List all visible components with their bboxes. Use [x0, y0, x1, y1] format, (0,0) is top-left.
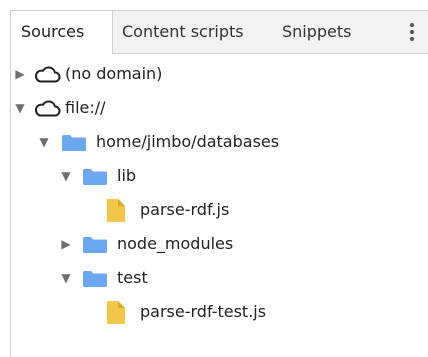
- ellipsis-dot: [410, 37, 414, 41]
- tree-item-parse-rdf-test-js[interactable]: parse-rdf-test.js: [11, 295, 428, 329]
- tree-item-parse-rdf-js[interactable]: parse-rdf.js: [11, 193, 428, 227]
- tree-item-label: file://: [65, 98, 106, 117]
- tree-item-label: parse-rdf.js: [140, 200, 230, 219]
- collapsed-arrow-icon[interactable]: ▶: [14, 57, 26, 91]
- more-options-button[interactable]: [401, 11, 423, 53]
- folder-icon: [83, 271, 107, 287]
- vertical-ellipsis-icon: [410, 23, 414, 27]
- tree-item-label: lib: [117, 166, 137, 185]
- tree-item-file-domain[interactable]: ▼ file://: [11, 91, 428, 125]
- tree-item-label: test: [117, 268, 148, 287]
- expanded-arrow-icon[interactable]: ▼: [60, 159, 72, 193]
- tree-item-node-modules[interactable]: ▶ node_modules: [11, 227, 428, 261]
- tree-item-test[interactable]: ▼ test: [11, 261, 428, 295]
- ellipsis-dot: [410, 30, 414, 34]
- collapsed-arrow-icon[interactable]: ▶: [60, 227, 72, 261]
- cloud-icon: [34, 100, 61, 117]
- expanded-arrow-icon[interactable]: ▼: [38, 125, 50, 159]
- tab-snippets[interactable]: Snippets: [282, 11, 352, 53]
- navigator-tabbar: Sources Content scripts Snippets: [11, 11, 428, 54]
- tree-item-label: home/jimbo/databases: [96, 132, 280, 151]
- folder-icon: [83, 237, 107, 253]
- cloud-icon: [34, 66, 61, 83]
- expanded-arrow-icon[interactable]: ▼: [14, 91, 26, 125]
- tree-item-no-domain[interactable]: ▶ (no domain): [11, 57, 428, 91]
- js-file-icon: [107, 199, 125, 222]
- folder-icon: [62, 135, 86, 151]
- js-file-icon: [107, 301, 125, 324]
- tree-item-label: (no domain): [65, 64, 163, 83]
- tree-item-label: node_modules: [117, 234, 234, 253]
- tab-content-scripts[interactable]: Content scripts: [122, 11, 244, 53]
- tab-sources[interactable]: Sources: [11, 11, 113, 54]
- expanded-arrow-icon[interactable]: ▼: [60, 261, 72, 295]
- tree-item-lib[interactable]: ▼ lib: [11, 159, 428, 193]
- folder-icon: [83, 169, 107, 185]
- sources-navigator-panel: Sources Content scripts Snippets ▶ (no d…: [10, 10, 428, 357]
- tree-item-home-jimbo-databases[interactable]: ▼ home/jimbo/databases: [11, 125, 428, 159]
- tree-item-label: parse-rdf-test.js: [140, 302, 267, 321]
